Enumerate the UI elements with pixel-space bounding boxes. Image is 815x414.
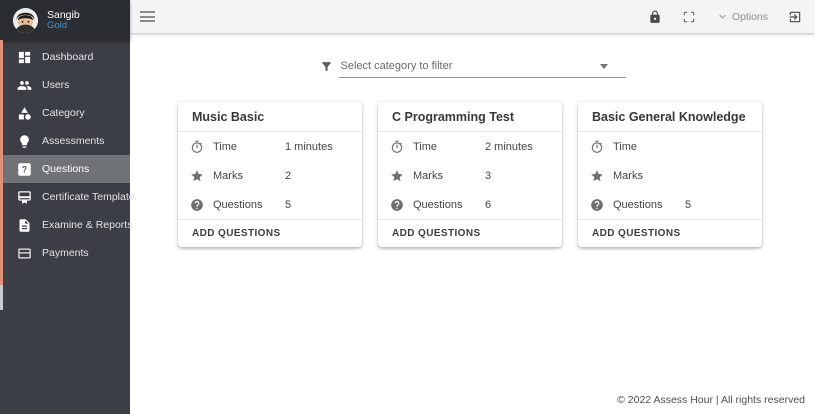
dashboard-icon: [17, 50, 32, 65]
app-window: Sangib Gold Dashboard Users: [0, 0, 815, 414]
sidebar: Sangib Gold Dashboard Users: [0, 0, 130, 414]
card-row-time: Time 1 minutes: [190, 140, 362, 154]
star-icon: [390, 169, 413, 183]
assessment-cards: Music Basic Time 1 minutes Marks 2: [178, 102, 815, 247]
category-icon: [17, 106, 32, 121]
logout-icon[interactable]: [788, 10, 802, 24]
star-icon: [590, 169, 613, 183]
svg-text:?: ?: [22, 164, 27, 174]
questions-icon: ?: [17, 162, 32, 177]
copyright-text: © 2022 Assess Hour | All rights reserved: [617, 394, 805, 406]
card-row-time: Time 2 minutes: [390, 140, 562, 154]
card-header: C Programming Test: [378, 102, 562, 132]
card-row-time: Time: [590, 140, 762, 154]
card-basic-general-knowledge: Basic General Knowledge Time Marks: [578, 102, 762, 247]
category-filter-select[interactable]: Select category to filter: [339, 60, 626, 78]
card-title: Basic General Knowledge: [592, 110, 746, 124]
card-row-marks: Marks 2: [190, 169, 362, 183]
add-questions-button[interactable]: ADD QUESTIONS: [178, 219, 362, 247]
payments-icon: [17, 246, 32, 261]
select-placeholder: Select category to filter: [341, 60, 600, 72]
lock-icon[interactable]: [648, 10, 662, 24]
add-questions-button[interactable]: ADD QUESTIONS: [578, 219, 762, 247]
topbar: Options: [130, 0, 815, 33]
sidebar-item-users[interactable]: Users: [0, 71, 130, 99]
timer-icon: [390, 140, 413, 154]
sidebar-menu: Dashboard Users Category Assessments: [0, 40, 130, 267]
avatar: [13, 8, 38, 33]
card-title: C Programming Test: [392, 110, 514, 124]
sidebar-item-questions[interactable]: ? Questions: [0, 155, 130, 183]
add-questions-button[interactable]: ADD QUESTIONS: [378, 219, 562, 247]
assessments-icon: [17, 134, 32, 149]
filter-icon: [320, 60, 333, 78]
sidebar-item-payments[interactable]: Payments: [0, 239, 130, 267]
reports-icon: [17, 218, 32, 233]
users-icon: [17, 78, 32, 93]
user-panel[interactable]: Sangib Gold: [0, 0, 130, 40]
sidebar-item-examine-reports[interactable]: Examine & Reports: [0, 211, 130, 239]
sidebar-item-dashboard[interactable]: Dashboard: [0, 43, 130, 71]
options-dropdown[interactable]: Options: [716, 10, 768, 23]
main-area: Options Select category to filter: [130, 0, 815, 414]
chevron-down-icon: [716, 10, 729, 23]
select-caret-icon: [600, 64, 608, 69]
card-header: Music Basic: [178, 102, 362, 132]
hamburger-icon[interactable]: [140, 11, 155, 22]
help-icon: [190, 198, 213, 212]
card-c-programming-test: C Programming Test Time 2 minutes Marks …: [378, 102, 562, 247]
sidebar-scrollbar-track: [0, 285, 3, 310]
star-icon: [190, 169, 213, 183]
certificate-icon: [17, 190, 32, 205]
sidebar-item-assessments[interactable]: Assessments: [0, 127, 130, 155]
sidebar-item-certificate-template[interactable]: Certificate Template: [0, 183, 130, 211]
card-header: Basic General Knowledge: [578, 102, 762, 132]
fullscreen-icon[interactable]: [682, 10, 696, 24]
user-tier: Gold: [47, 21, 80, 32]
help-icon: [590, 198, 613, 212]
card-row-marks: Marks 3: [390, 169, 562, 183]
help-icon: [390, 198, 413, 212]
timer-icon: [590, 140, 613, 154]
filter-row: Select category to filter: [130, 60, 815, 78]
card-row-marks: Marks: [590, 169, 762, 183]
card-row-questions: Questions 5: [190, 198, 362, 212]
card-row-questions: Questions 6: [390, 198, 562, 212]
timer-icon: [190, 140, 213, 154]
card-title: Music Basic: [192, 110, 264, 124]
sidebar-item-category[interactable]: Category: [0, 99, 130, 127]
options-label: Options: [732, 11, 768, 23]
card-music-basic: Music Basic Time 1 minutes Marks 2: [178, 102, 362, 247]
content: Select category to filter Music Basic Ti…: [130, 33, 815, 414]
card-row-questions: Questions 5: [590, 198, 762, 212]
sidebar-scrollbar-thumb[interactable]: [0, 40, 3, 285]
user-name: Sangib: [47, 9, 80, 21]
